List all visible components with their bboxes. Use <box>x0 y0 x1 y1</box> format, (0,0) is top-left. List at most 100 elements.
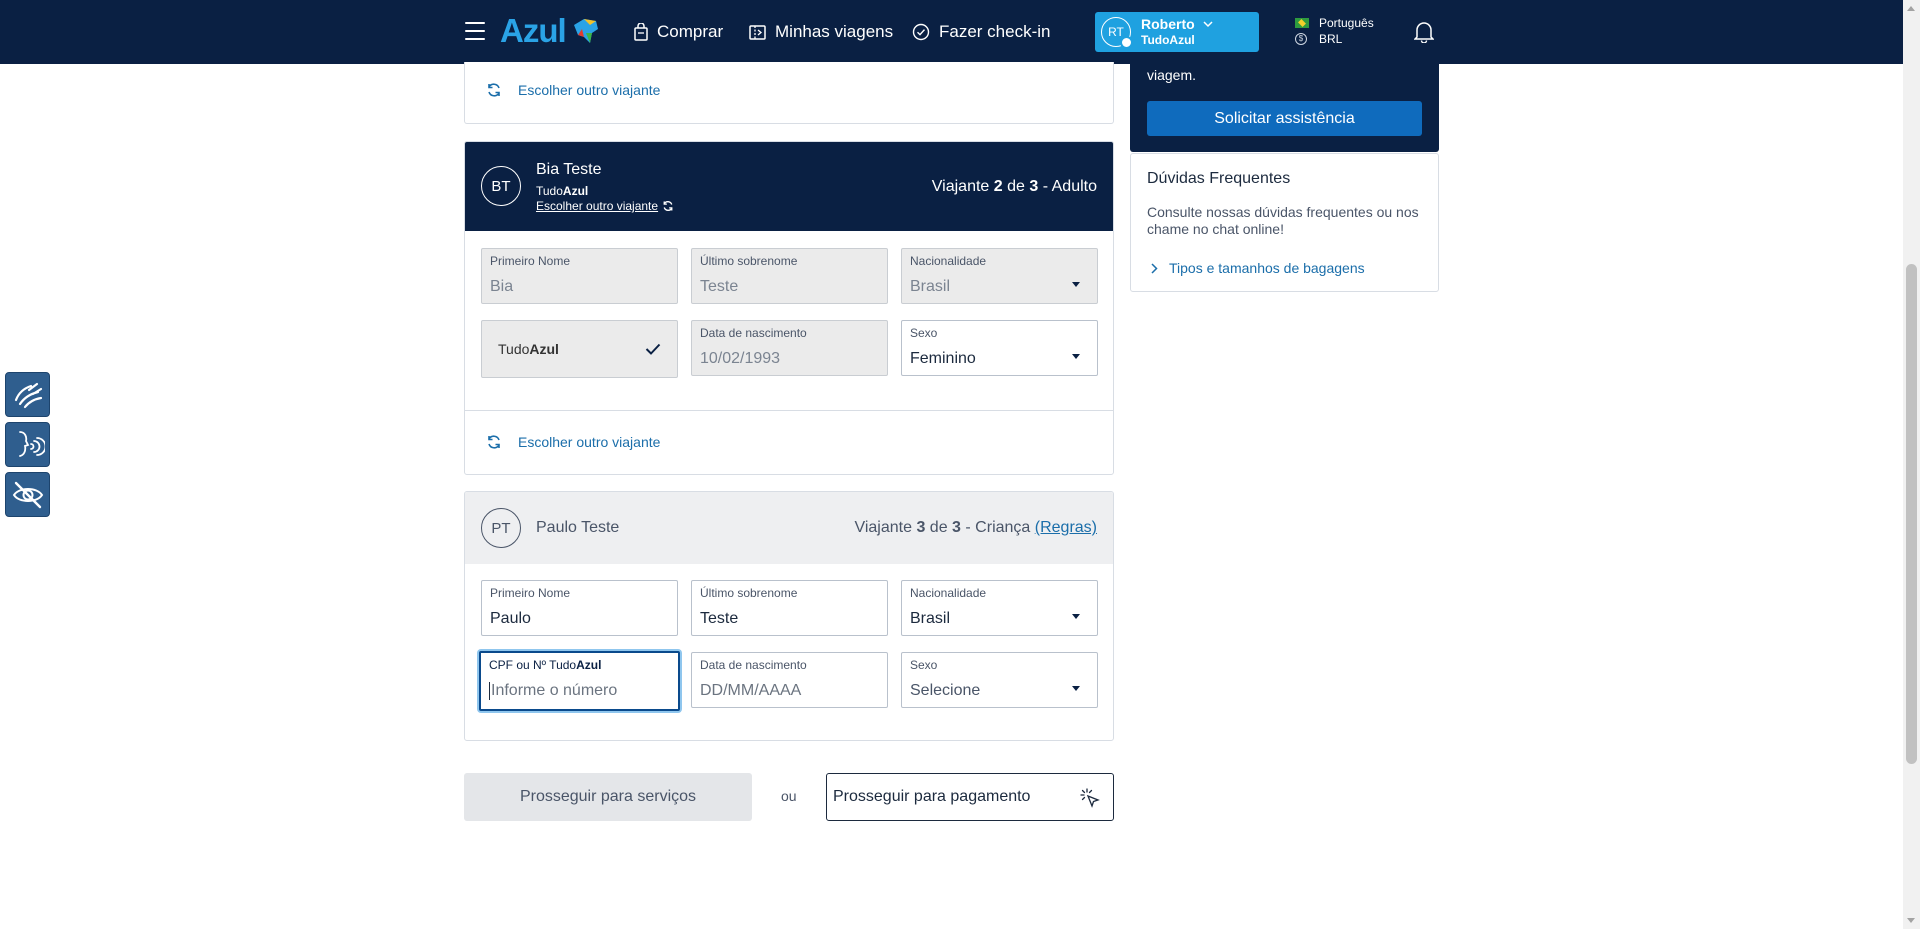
field-value: Bia <box>490 278 514 295</box>
field-value: Brasil <box>910 278 951 295</box>
traveler-3-avatar: PT <box>481 508 521 548</box>
traveler-3-header: PT Paulo Teste Viajante 3 de 3 - Criança… <box>465 492 1113 564</box>
faq-title: Dúvidas Frequentes <box>1147 170 1291 187</box>
proceed-to-services-button[interactable]: Prosseguir para serviços <box>464 773 752 821</box>
traveler-3-initials: PT <box>491 519 511 537</box>
cpf-placeholder: Informe o número <box>491 682 618 700</box>
field-value: Teste <box>700 610 739 627</box>
counter-total: 3 <box>1029 178 1039 195</box>
field-value: Brasil <box>910 610 951 627</box>
traveler-2-last-name-field: Último sobrenome Teste <box>691 248 888 304</box>
traveler-2-program: TudoAzul <box>536 184 588 198</box>
traveler-1-card: Escolher outro viajante <box>464 62 1114 124</box>
traveler-3-last-name-field[interactable]: Último sobrenome Teste <box>691 580 888 636</box>
field-label: Nacionalidade <box>910 586 987 600</box>
traveler-2-change-label: Escolher outro viajante <box>536 199 659 213</box>
traveler-2-sex-select[interactable]: Sexo Feminino <box>901 320 1098 376</box>
field-value: Selecione <box>910 682 981 699</box>
hide-visual-icon <box>12 481 43 508</box>
field-label: Último sobrenome <box>700 586 798 600</box>
currency-icon: $ <box>1295 33 1307 45</box>
nav-comprar-label: Comprar <box>657 22 724 41</box>
field-value: Teste <box>700 278 739 295</box>
scroll-up-arrow[interactable] <box>1907 6 1915 11</box>
choose-other-traveler-1[interactable]: Escolher outro viajante <box>486 82 660 98</box>
language-label: Português <box>1319 16 1374 30</box>
traveler-3-cpf-field[interactable]: CPF ou Nº TudoAzul Informe o número <box>479 651 680 711</box>
request-assistance-button[interactable]: Solicitar assistência <box>1147 101 1422 136</box>
traveler-2-change-link[interactable]: Escolher outro viajante <box>536 199 674 213</box>
proceed-to-payment-button[interactable]: Prosseguir para pagamento <box>826 773 1114 821</box>
field-value: Paulo <box>490 610 531 627</box>
scrollbar-thumb[interactable] <box>1906 264 1917 764</box>
field-label: Sexo <box>910 658 938 672</box>
user-account-button[interactable]: RT Roberto TudoAzul <box>1095 12 1259 52</box>
voice-reader-icon <box>18 430 45 457</box>
faq-panel: Dúvidas Frequentes Consulte nossas dúvid… <box>1130 153 1439 292</box>
traveler-2-name: Bia Teste <box>536 161 602 178</box>
menu-icon[interactable] <box>465 22 485 40</box>
or-separator: ou <box>781 788 797 804</box>
traveler-2-program-prefix: Tudo <box>536 184 563 198</box>
baggage-types-label: Tipos e tamanhos de bagagens <box>1169 260 1365 276</box>
refresh-icon <box>663 201 673 211</box>
choose-other-traveler-2[interactable]: Escolher outro viajante <box>486 434 660 450</box>
traveler-2-nationality-select: Nacionalidade Brasil <box>901 248 1098 304</box>
brazil-flag-icon <box>1295 18 1309 28</box>
top-navigation-bar: Azul Comprar Minhas viagens Fazer check-… <box>0 0 1903 64</box>
chevron-down-icon <box>1203 20 1213 27</box>
field-label: Último sobrenome <box>700 254 798 268</box>
counter-of: de <box>929 519 948 536</box>
logo-text: Azul <box>500 12 567 49</box>
cursor-click-icon <box>1080 788 1100 808</box>
traveler-3-card: PT Paulo Teste Viajante 3 de 3 - Criança… <box>464 491 1114 741</box>
faq-description: Consulte nossas dúvidas frequentes ou no… <box>1147 204 1419 237</box>
bell-icon[interactable] <box>1414 20 1434 43</box>
logo-bird-icon <box>573 19 598 43</box>
user-program: TudoAzul <box>1141 33 1195 47</box>
traveler-2-card: BT Bia Teste TudoAzul Escolher outro via… <box>464 141 1114 475</box>
traveler-3-nationality-select[interactable]: Nacionalidade Brasil <box>901 580 1098 636</box>
traveler-3-birth-date-field[interactable]: Data de nascimento DD/MM/AAAA <box>691 652 888 708</box>
field-placeholder: Informe o número <box>489 682 670 700</box>
choose-other-traveler-label: Escolher outro viajante <box>518 82 661 98</box>
scroll-down-arrow[interactable] <box>1907 918 1915 923</box>
counter-type: - Adulto <box>1042 178 1097 195</box>
field-value: Feminino <box>910 350 976 367</box>
traveler-2-counter: Viajante 2 de 3 - Adulto <box>932 178 1097 196</box>
field-label: Data de nascimento <box>700 326 807 340</box>
field-value: 10/02/1993 <box>700 350 781 367</box>
counter-current: 3 <box>916 519 926 536</box>
field-label: Primeiro Nome <box>490 586 571 600</box>
field-placeholder: DD/MM/AAAA <box>700 682 802 699</box>
traveler-3-sex-select[interactable]: Sexo Selecione <box>901 652 1098 708</box>
language-currency-selector[interactable]: Português $ BRL <box>1295 15 1374 47</box>
counter-prefix: Viajante <box>854 519 912 536</box>
nav-minhas-viagens[interactable]: Minhas viagens <box>749 0 893 64</box>
traveler-3-counter: Viajante 3 de 3 - Criança (Regras) <box>854 519 1097 537</box>
counter-prefix: Viajante <box>931 178 990 195</box>
traveler-2-program-bold: Azul <box>562 184 589 198</box>
field-label: Sexo <box>910 326 938 340</box>
status-dot <box>1120 36 1133 49</box>
field-label: CPF ou Nº TudoAzul <box>489 658 670 673</box>
assistance-text: viagem. <box>1147 67 1197 83</box>
nav-comprar[interactable]: Comprar <box>634 0 723 64</box>
nav-fazer-check-in[interactable]: Fazer check-in <box>912 0 1050 64</box>
azul-logo[interactable]: Azul <box>500 12 602 50</box>
page-scrollbar[interactable] <box>1903 0 1920 929</box>
voice-reader-button[interactable] <box>5 422 50 467</box>
counter-type: - Criança <box>965 519 1031 536</box>
traveler-3-name: Paulo Teste <box>536 519 620 536</box>
traveler-2-tudoazul-field: TudoAzul <box>481 320 678 378</box>
rules-link[interactable]: (Regras) <box>1035 519 1097 536</box>
refresh-icon <box>488 83 500 97</box>
baggage-types-link[interactable]: Tipos e tamanhos de bagagens <box>1151 260 1365 276</box>
divider <box>465 410 1113 411</box>
cpf-label-prefix: CPF ou Nº Tudo <box>489 658 577 672</box>
sign-language-icon <box>14 382 42 408</box>
sign-language-button[interactable] <box>5 372 50 417</box>
tudoazul-label: TudoAzul <box>498 341 559 357</box>
hide-visual-button[interactable] <box>5 472 50 517</box>
traveler-3-first-name-field[interactable]: Primeiro Nome Paulo <box>481 580 678 636</box>
